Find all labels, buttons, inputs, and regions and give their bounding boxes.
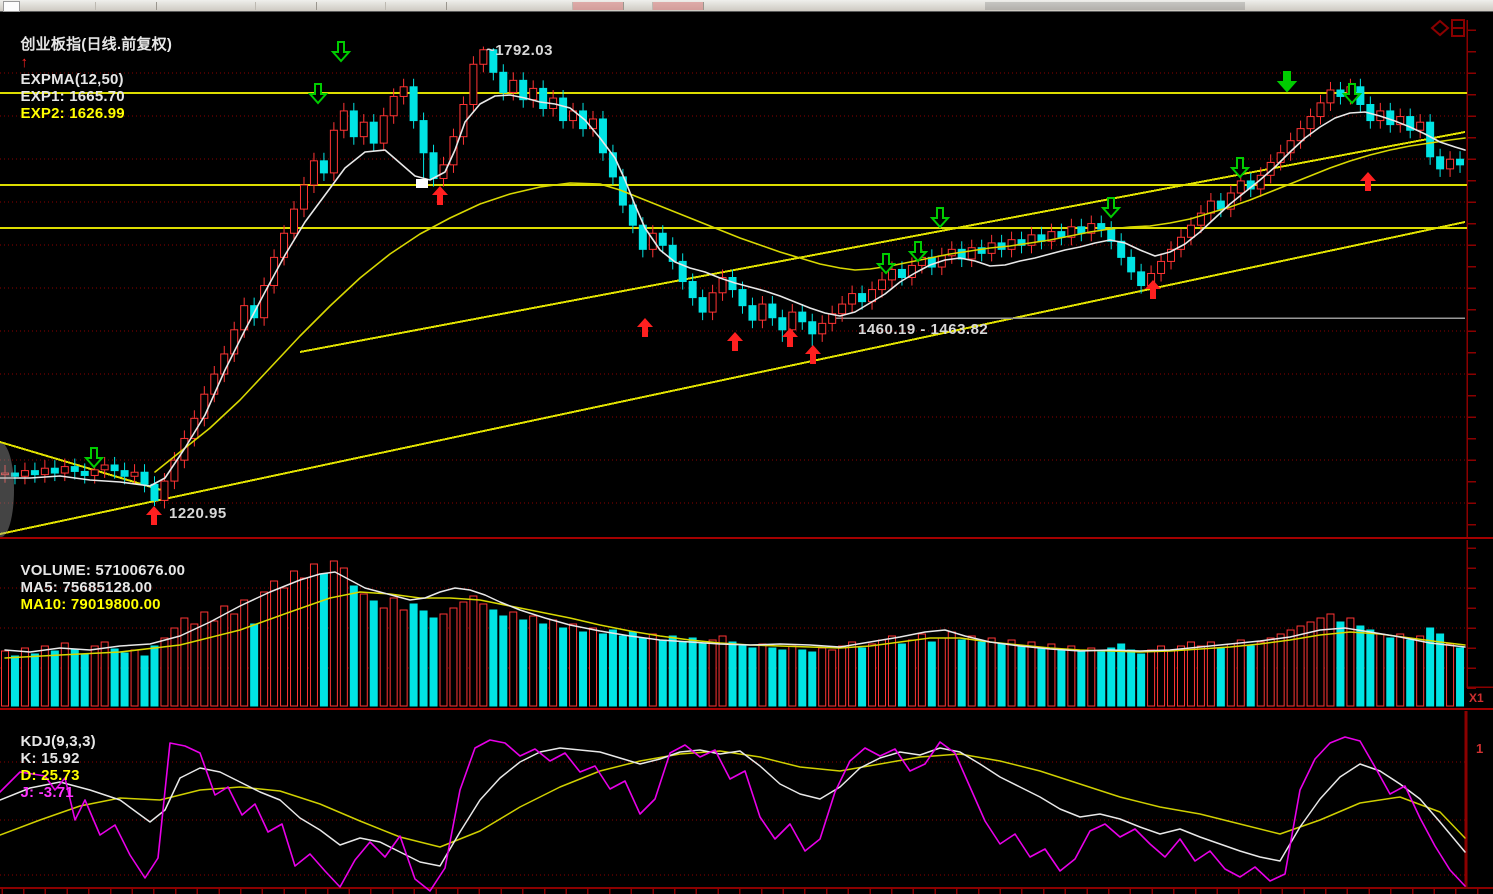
low-price-label: 1220.95 — [169, 505, 227, 522]
kdj-k-line — [0, 748, 1465, 866]
kdj-k-value: K: 15.92 — [20, 750, 79, 767]
trading-app-window: 创业板指(日线.前复权) ↑ EXPMA(12,50) EXP1: 1665.7… — [0, 0, 1493, 894]
kdj-d-value: D: 25.73 — [20, 767, 79, 784]
kdj-j-line — [0, 737, 1465, 891]
buy-signal-arrow — [1360, 172, 1376, 191]
buy-signal-arrow — [432, 186, 448, 205]
peak-price-label: ~1792.03 — [486, 42, 553, 59]
volume-value: VOLUME: 57100676.00 — [20, 562, 185, 579]
window-icon — [1452, 28, 1464, 36]
sell-signal-arrow — [932, 208, 948, 227]
window-icon — [1452, 20, 1464, 28]
kdj-axis-label: 1 — [1476, 741, 1483, 756]
kdj-j-value: J: -3.71 — [20, 784, 73, 801]
volume-ma10-value: MA10: 79019800.00 — [20, 596, 160, 613]
sell-signal-arrow — [86, 448, 102, 467]
sell-signal-arrow — [1279, 72, 1295, 91]
volume-scale-label: X1 — [1469, 691, 1484, 705]
buy-signal-arrow — [637, 318, 653, 337]
trend-line — [300, 132, 1465, 352]
volume-pane-header: VOLUME: 57100676.00 MA5: 75685128.00 MA1… — [3, 545, 194, 630]
sell-signal-arrow — [333, 42, 349, 61]
volume-bars — [2, 561, 1464, 706]
support-range-label: 1460.19 - 1463.82 — [858, 321, 988, 338]
kdj-name: KDJ(9,3,3) — [20, 733, 95, 750]
kdj-d-line — [0, 751, 1465, 847]
sell-signal-arrow — [310, 84, 326, 103]
exp1-value: EXP1: 1665.70 — [20, 88, 124, 105]
indicator-name: EXPMA(12,50) — [20, 71, 123, 88]
trend-line — [0, 222, 1465, 534]
exp2-line — [155, 138, 1465, 472]
instrument-title: 创业板指(日线.前复权) — [20, 36, 172, 53]
kdj-pane-header: KDJ(9,3,3) K: 15.92 D: 25.73 J: -3.71 — [3, 716, 100, 818]
chart-canvas[interactable] — [0, 0, 1493, 894]
buy-signal-arrow — [727, 332, 743, 351]
volume-ma5-value: MA5: 75685128.00 — [20, 579, 152, 596]
white-square-marker — [416, 179, 428, 188]
buy-signal-arrow — [146, 506, 162, 525]
up-arrow-icon: ↑ — [20, 54, 28, 71]
exp2-value: EXP2: 1626.99 — [20, 105, 124, 122]
diamond-icon — [1432, 21, 1448, 35]
main-chart-header: 创业板指(日线.前复权) ↑ EXPMA(12,50) EXP1: 1665.7… — [3, 16, 172, 139]
